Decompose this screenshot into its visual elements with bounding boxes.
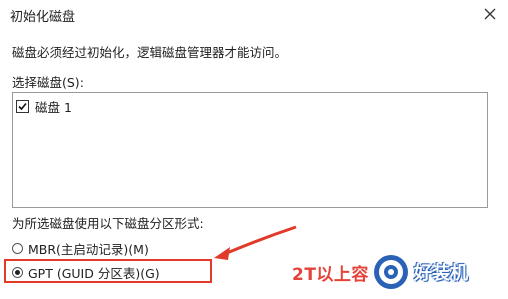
gpt-radio[interactable] (12, 267, 23, 278)
close-button[interactable] (478, 3, 502, 25)
initialize-disk-dialog: 初始化磁盘 磁盘必须经过初始化，逻辑磁盘管理器才能访问。 选择磁盘(S): 磁盘… (0, 0, 508, 299)
dialog-title: 初始化磁盘 (10, 10, 76, 25)
mbr-label: MBR(主启动记录)(M) (28, 242, 149, 257)
disk-1-label: 磁盘 1 (35, 99, 72, 115)
gpt-label: GPT (GUID 分区表)(G) (28, 266, 160, 281)
title-bar: 初始化磁盘 (0, 0, 508, 30)
annotation-text: 2T以上容 (292, 265, 369, 285)
disk-list[interactable]: 磁盘 1 (12, 92, 488, 208)
select-disk-label: 选择磁盘(S): (12, 75, 84, 90)
list-item-disk-1[interactable]: 磁盘 1 (16, 97, 72, 115)
partition-style-label: 为所选磁盘使用以下磁盘分区形式: (12, 216, 204, 231)
dialog-content: 磁盘必须经过初始化，逻辑磁盘管理器才能访问。 选择磁盘(S): 磁盘 1 为所选… (0, 30, 508, 299)
close-icon (484, 8, 496, 20)
mbr-option[interactable]: MBR(主启动记录)(M) (12, 239, 149, 258)
description-text: 磁盘必须经过初始化，逻辑磁盘管理器才能访问。 (12, 45, 288, 60)
checkmark-icon (18, 102, 27, 110)
gpt-option[interactable]: GPT (GUID 分区表)(G) (12, 263, 160, 282)
disk-1-checkbox[interactable] (16, 99, 29, 113)
mbr-radio[interactable] (12, 243, 23, 254)
